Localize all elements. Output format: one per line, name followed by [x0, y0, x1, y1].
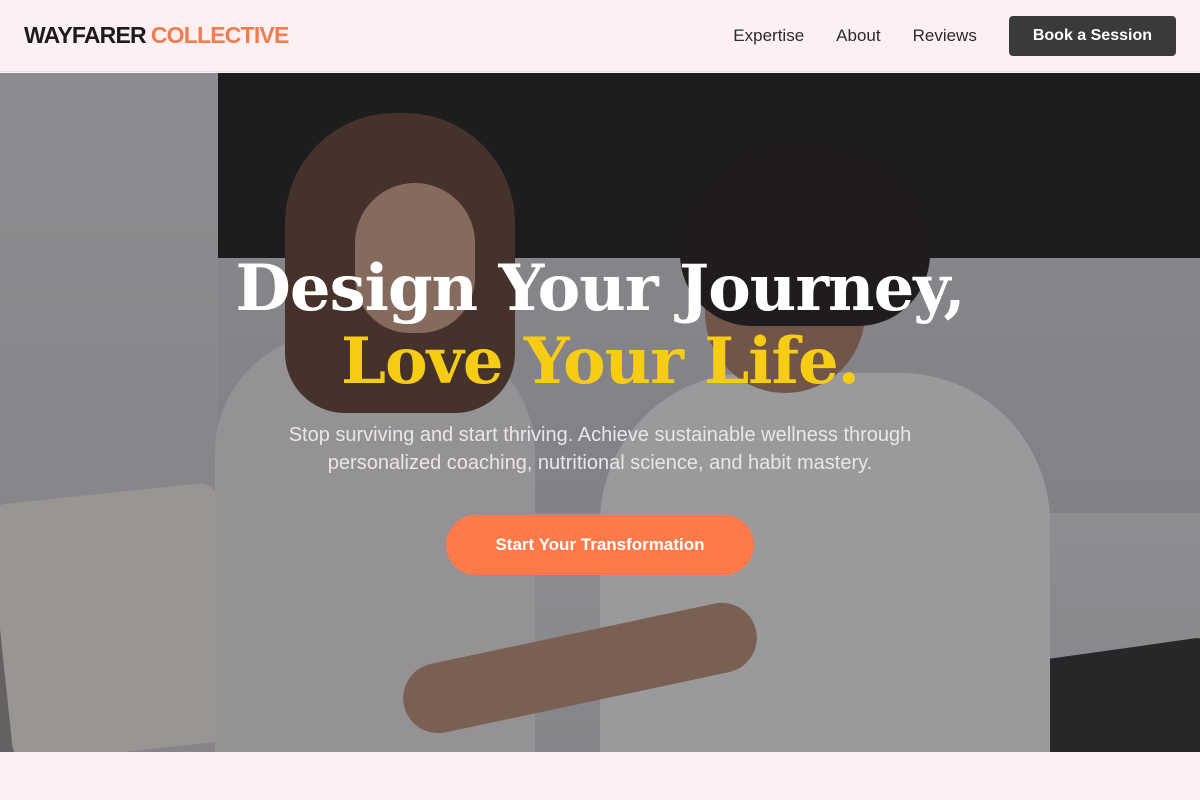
book-session-button[interactable]: Book a Session [1008, 15, 1176, 56]
below-hero-strip [0, 752, 1200, 800]
start-transformation-button[interactable]: Start Your Transformation [446, 515, 754, 575]
nav-link-reviews[interactable]: Reviews [913, 26, 977, 46]
hero-subtitle: Stop surviving and start thriving. Achie… [288, 424, 912, 474]
logo-text-primary: WAYFARER [24, 22, 147, 48]
nav-link-expertise[interactable]: Expertise [733, 26, 804, 46]
nav-link-about[interactable]: About [836, 26, 880, 46]
logo-text-accent: COLLECTIVE [150, 22, 289, 48]
main-nav: Expertise About Reviews Book a Session [733, 15, 1176, 56]
hero-headline-line1: Design Your Journey, [235, 251, 965, 326]
hero-content: Design Your Journey, Love Your Life. Sto… [0, 73, 1200, 752]
hero-headline-line2: Love Your Life. [340, 324, 860, 399]
site-header: WAYFARER COLLECTIVE Expertise About Revie… [0, 0, 1200, 72]
hero-section: Design Your Journey, Love Your Life. Sto… [0, 73, 1200, 752]
logo[interactable]: WAYFARER COLLECTIVE [24, 22, 289, 49]
